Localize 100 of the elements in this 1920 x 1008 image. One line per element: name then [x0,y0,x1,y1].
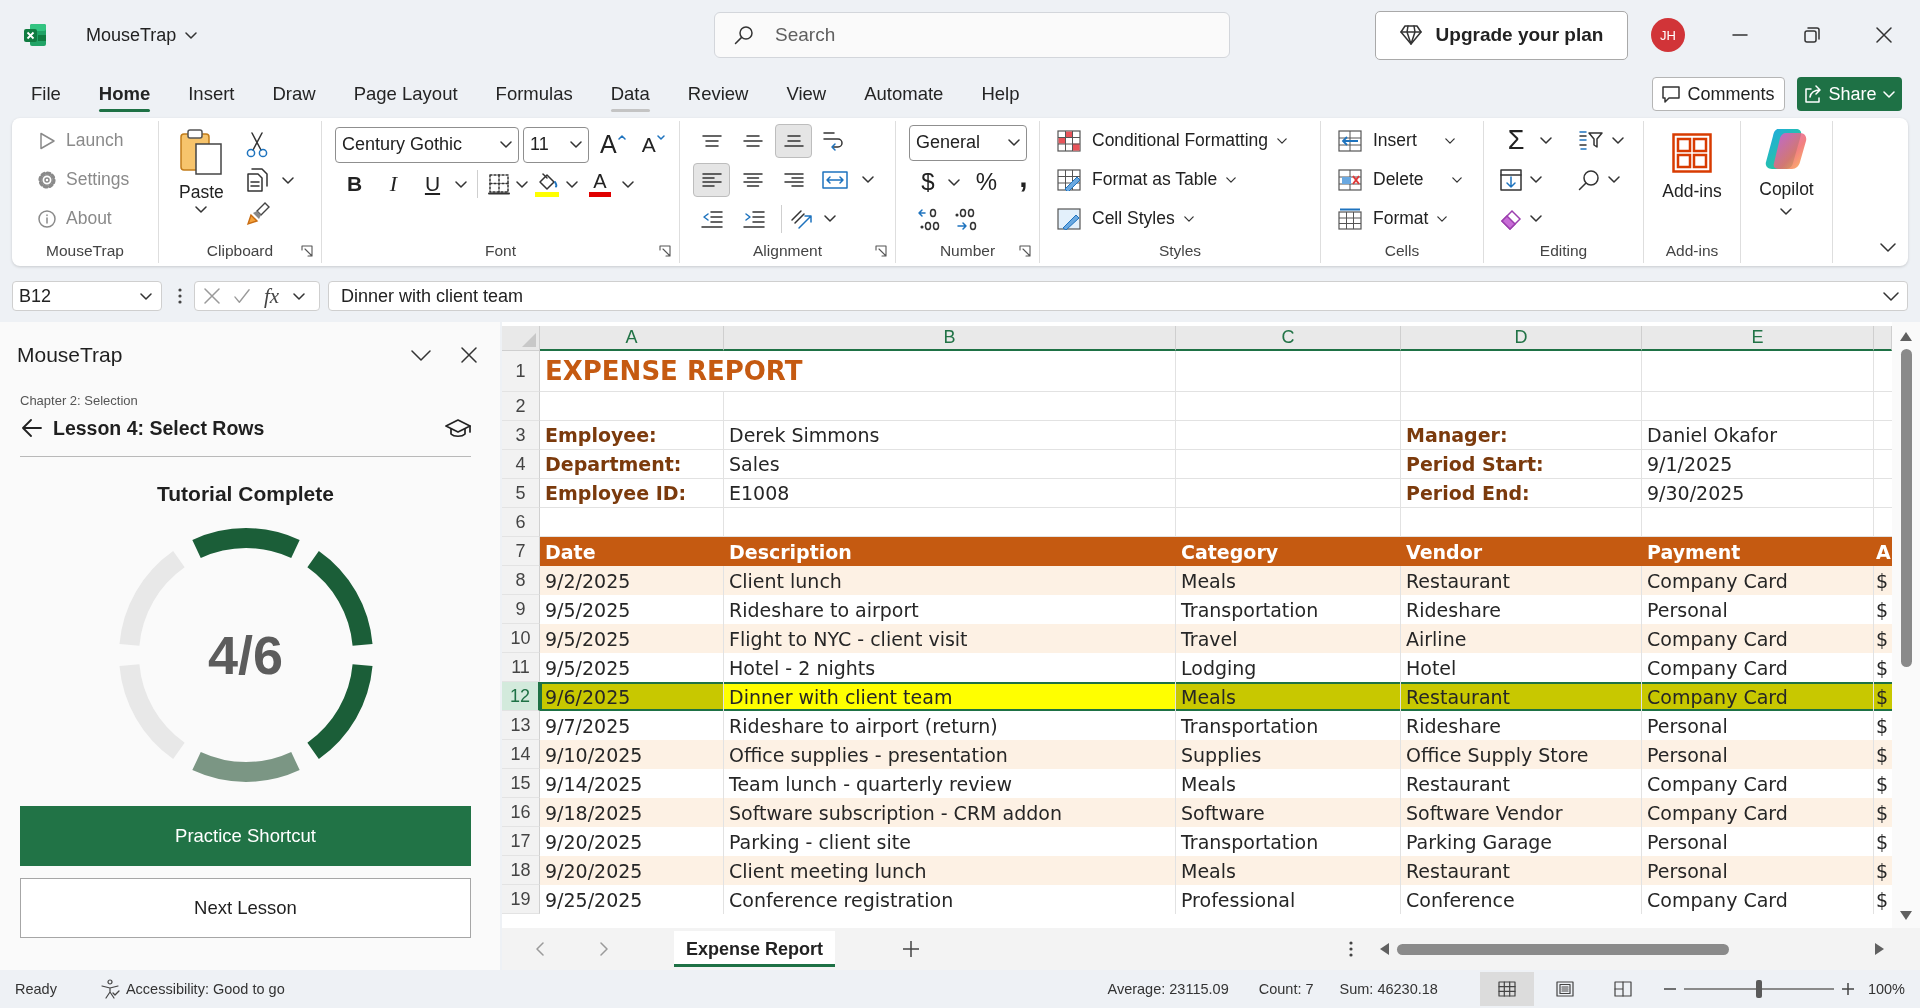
paste-button[interactable]: Paste [177,121,226,231]
row-header[interactable]: 12 [502,682,540,711]
menu-tab[interactable]: File [12,74,80,114]
sheet-tab[interactable]: Expense Report [674,931,836,967]
row-header[interactable]: 19 [502,885,540,914]
back-arrow-icon[interactable] [22,419,42,437]
scroll-left-icon[interactable] [1380,943,1390,955]
increase-decimal-icon[interactable] [916,207,942,232]
row-header[interactable]: 11 [502,653,540,682]
graduation-cap-icon[interactable] [445,418,471,438]
column-header[interactable]: B [724,326,1176,351]
row-header[interactable]: 14 [502,740,540,769]
plus-icon[interactable] [903,941,920,957]
number-format-dropdown[interactable]: General [909,124,1027,161]
autosum-button[interactable]: Σ [1500,123,1532,158]
plus-icon[interactable] [1841,983,1854,995]
document-title-menu[interactable]: MouseTrap [82,20,202,50]
increase-font-size-button[interactable]: A [595,127,631,162]
underline-button[interactable]: U [416,167,449,201]
column-header[interactable]: D [1401,326,1642,351]
chevron-down-icon[interactable] [281,176,294,184]
user-avatar[interactable]: JH [1651,18,1685,52]
menu-tab[interactable]: Insert [169,74,254,114]
chevron-down-icon[interactable] [293,292,306,300]
scrollbar-thumb[interactable] [1397,943,1730,955]
more-options-icon[interactable] [1349,941,1354,957]
accessibility-person-icon[interactable] [99,979,120,999]
chevron-down-icon[interactable] [862,176,874,183]
row-header[interactable]: 4 [502,450,540,479]
chevron-down-icon[interactable] [566,180,578,188]
chevron-down-icon[interactable] [622,180,634,188]
row-header[interactable]: 18 [502,856,540,885]
menu-tab[interactable]: Formulas [476,74,592,114]
upgrade-button[interactable]: Upgrade your plan [1375,10,1628,60]
format-as-table-button[interactable]: Format as Table [1057,160,1237,199]
chevron-down-icon[interactable] [1530,176,1542,183]
row-header[interactable]: 3 [502,421,540,450]
align-left-button[interactable] [693,162,730,197]
menu-tab[interactable]: Help [962,74,1039,114]
chevron-down-icon[interactable] [948,178,960,186]
copy-icon[interactable] [245,168,268,192]
row-header[interactable]: 2 [502,392,540,421]
add-ins-button[interactable]: Add-ins [1662,121,1722,233]
row-header[interactable]: 15 [502,769,540,798]
copilot-button[interactable]: Copilot [1759,121,1814,233]
column-header[interactable]: C [1176,326,1401,351]
menu-tab[interactable]: View [767,74,846,114]
decrease-indent-icon[interactable] [701,209,723,228]
zoom-percentage[interactable]: 100% [1867,981,1905,997]
share-button[interactable]: Share [1797,77,1902,111]
checkmark-icon[interactable] [234,288,250,304]
scrollbar-thumb[interactable] [1900,349,1912,667]
comma-style-button[interactable]: , [1007,165,1040,199]
menu-tab[interactable]: Draw [253,74,335,114]
chevron-down-icon[interactable] [1612,137,1624,144]
chevron-down-icon[interactable] [411,349,431,361]
dialog-launcher-icon[interactable] [659,245,671,257]
row-header[interactable]: 8 [502,566,540,595]
comments-button[interactable]: Comments [1652,77,1785,111]
currency-format-button[interactable]: $ [912,165,944,199]
chevron-down-icon[interactable] [1883,291,1899,301]
bold-button[interactable]: B [338,167,371,201]
cell-styles-button[interactable]: Cell Styles [1057,199,1194,238]
row-header[interactable]: 1 [502,351,540,392]
chevron-left-icon[interactable] [536,942,544,956]
dialog-launcher-icon[interactable] [301,245,313,257]
close-icon[interactable] [1876,27,1892,43]
minus-icon[interactable] [1663,988,1676,990]
chevron-down-icon[interactable] [455,180,467,188]
search-field[interactable]: Search [714,12,1230,58]
paintbrush-icon[interactable] [245,202,270,226]
row-header[interactable]: 10 [502,624,540,653]
formula-input[interactable]: Dinner with client team [328,281,1908,311]
row-header[interactable]: 7 [502,537,540,566]
chevron-down-icon[interactable] [1530,215,1542,222]
chevron-down-icon[interactable] [1880,243,1896,252]
menu-tab[interactable]: Page Layout [334,74,477,114]
conditional-formatting-button[interactable]: Conditional Formatting [1057,121,1288,160]
paint-bucket-icon[interactable] [534,171,560,197]
row-header[interactable]: 16 [502,798,540,827]
primary-action-button[interactable]: Practice Shortcut [20,806,471,866]
scroll-right-icon[interactable] [1875,943,1884,955]
font-name-dropdown[interactable]: Century Gothic [335,126,519,163]
column-header[interactable] [1874,326,1892,351]
scroll-down-icon[interactable] [1900,911,1912,920]
align-bottom-button[interactable] [775,123,812,158]
chevron-down-icon[interactable] [1608,176,1620,183]
more-options-icon[interactable] [178,288,182,304]
chevron-down-icon[interactable] [1540,137,1552,144]
accessibility-status[interactable]: Accessibility: Good to go [125,981,285,997]
format-cells-button[interactable]: Format [1338,199,1448,238]
dialog-launcher-icon[interactable] [1019,245,1031,257]
font-color-button[interactable]: A [584,167,616,201]
row-header[interactable]: 13 [502,711,540,740]
row-header[interactable]: 17 [502,827,540,856]
scissors-icon[interactable] [245,132,268,158]
percent-style-button[interactable]: % [970,165,1003,199]
cancel-icon[interactable] [204,288,220,304]
chevron-down-icon[interactable] [516,180,528,188]
name-box[interactable]: B12 [12,281,162,311]
